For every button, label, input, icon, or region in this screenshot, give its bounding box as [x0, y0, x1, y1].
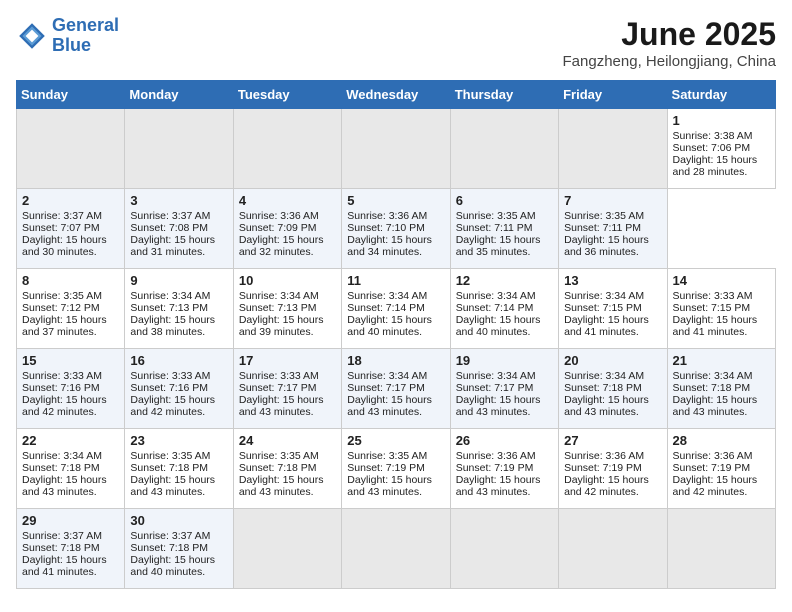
week-row-6: 29Sunrise: 3:37 AMSunset: 7:18 PMDayligh… [17, 509, 776, 589]
day-cell-3: 3Sunrise: 3:37 AMSunset: 7:08 PMDaylight… [125, 189, 233, 269]
day-cell-6: 6Sunrise: 3:35 AMSunset: 7:11 PMDaylight… [450, 189, 558, 269]
empty-cell [342, 509, 450, 589]
day-cell-2: 2Sunrise: 3:37 AMSunset: 7:07 PMDaylight… [17, 189, 125, 269]
day-cell-26: 26Sunrise: 3:36 AMSunset: 7:19 PMDayligh… [450, 429, 558, 509]
calendar-table: SundayMondayTuesdayWednesdayThursdayFrid… [16, 80, 776, 589]
logo-icon [16, 20, 48, 52]
column-header-friday: Friday [559, 81, 667, 109]
logo: General Blue [16, 16, 119, 56]
empty-cell [233, 509, 341, 589]
subtitle: Fangzheng, Heilongjiang, China [563, 53, 776, 70]
empty-cell [559, 109, 667, 189]
empty-cell [450, 109, 558, 189]
empty-cell [342, 109, 450, 189]
day-cell-19: 19Sunrise: 3:34 AMSunset: 7:17 PMDayligh… [450, 349, 558, 429]
empty-cell [17, 109, 125, 189]
day-cell-25: 25Sunrise: 3:35 AMSunset: 7:19 PMDayligh… [342, 429, 450, 509]
main-title: June 2025 [563, 16, 776, 53]
day-cell-23: 23Sunrise: 3:35 AMSunset: 7:18 PMDayligh… [125, 429, 233, 509]
day-cell-8: 8Sunrise: 3:35 AMSunset: 7:12 PMDaylight… [17, 269, 125, 349]
day-cell-13: 13Sunrise: 3:34 AMSunset: 7:15 PMDayligh… [559, 269, 667, 349]
empty-cell [125, 109, 233, 189]
day-cell-22: 22Sunrise: 3:34 AMSunset: 7:18 PMDayligh… [17, 429, 125, 509]
calendar-body: 1Sunrise: 3:38 AMSunset: 7:06 PMDaylight… [17, 109, 776, 589]
day-cell-1: 1Sunrise: 3:38 AMSunset: 7:06 PMDaylight… [667, 109, 775, 189]
day-cell-18: 18Sunrise: 3:34 AMSunset: 7:17 PMDayligh… [342, 349, 450, 429]
day-cell-9: 9Sunrise: 3:34 AMSunset: 7:13 PMDaylight… [125, 269, 233, 349]
column-header-monday: Monday [125, 81, 233, 109]
week-row-1: 1Sunrise: 3:38 AMSunset: 7:06 PMDaylight… [17, 109, 776, 189]
empty-cell [233, 109, 341, 189]
title-block: June 2025 Fangzheng, Heilongjiang, China [563, 16, 776, 70]
week-row-3: 8Sunrise: 3:35 AMSunset: 7:12 PMDaylight… [17, 269, 776, 349]
day-cell-20: 20Sunrise: 3:34 AMSunset: 7:18 PMDayligh… [559, 349, 667, 429]
page-header: General Blue June 2025 Fangzheng, Heilon… [16, 16, 776, 70]
week-row-4: 15Sunrise: 3:33 AMSunset: 7:16 PMDayligh… [17, 349, 776, 429]
day-cell-10: 10Sunrise: 3:34 AMSunset: 7:13 PMDayligh… [233, 269, 341, 349]
column-header-saturday: Saturday [667, 81, 775, 109]
day-cell-14: 14Sunrise: 3:33 AMSunset: 7:15 PMDayligh… [667, 269, 775, 349]
day-cell-12: 12Sunrise: 3:34 AMSunset: 7:14 PMDayligh… [450, 269, 558, 349]
empty-cell [559, 509, 667, 589]
day-cell-17: 17Sunrise: 3:33 AMSunset: 7:17 PMDayligh… [233, 349, 341, 429]
week-row-2: 2Sunrise: 3:37 AMSunset: 7:07 PMDaylight… [17, 189, 776, 269]
day-cell-28: 28Sunrise: 3:36 AMSunset: 7:19 PMDayligh… [667, 429, 775, 509]
logo-text: General Blue [52, 16, 119, 56]
empty-cell [450, 509, 558, 589]
day-cell-15: 15Sunrise: 3:33 AMSunset: 7:16 PMDayligh… [17, 349, 125, 429]
day-cell-11: 11Sunrise: 3:34 AMSunset: 7:14 PMDayligh… [342, 269, 450, 349]
day-cell-4: 4Sunrise: 3:36 AMSunset: 7:09 PMDaylight… [233, 189, 341, 269]
column-header-sunday: Sunday [17, 81, 125, 109]
day-cell-21: 21Sunrise: 3:34 AMSunset: 7:18 PMDayligh… [667, 349, 775, 429]
day-cell-5: 5Sunrise: 3:36 AMSunset: 7:10 PMDaylight… [342, 189, 450, 269]
day-cell-29: 29Sunrise: 3:37 AMSunset: 7:18 PMDayligh… [17, 509, 125, 589]
day-cell-30: 30Sunrise: 3:37 AMSunset: 7:18 PMDayligh… [125, 509, 233, 589]
day-cell-27: 27Sunrise: 3:36 AMSunset: 7:19 PMDayligh… [559, 429, 667, 509]
day-cell-7: 7Sunrise: 3:35 AMSunset: 7:11 PMDaylight… [559, 189, 667, 269]
calendar-header: SundayMondayTuesdayWednesdayThursdayFrid… [17, 81, 776, 109]
day-cell-24: 24Sunrise: 3:35 AMSunset: 7:18 PMDayligh… [233, 429, 341, 509]
column-header-tuesday: Tuesday [233, 81, 341, 109]
empty-cell [667, 509, 775, 589]
week-row-5: 22Sunrise: 3:34 AMSunset: 7:18 PMDayligh… [17, 429, 776, 509]
day-cell-16: 16Sunrise: 3:33 AMSunset: 7:16 PMDayligh… [125, 349, 233, 429]
column-header-thursday: Thursday [450, 81, 558, 109]
column-header-wednesday: Wednesday [342, 81, 450, 109]
